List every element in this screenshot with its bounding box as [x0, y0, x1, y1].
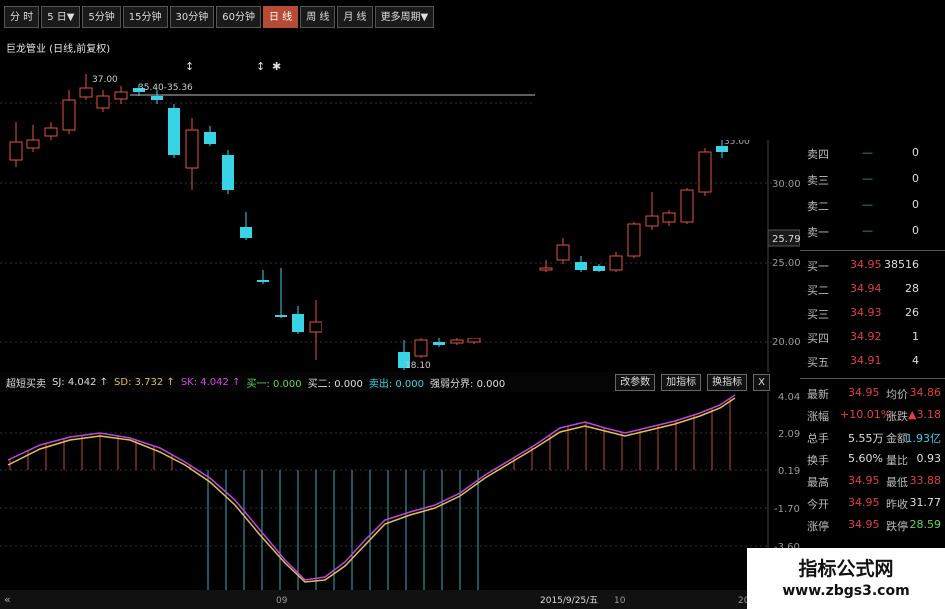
indicator-sd: SD: 3.732 ↑ — [114, 376, 175, 388]
stat-row: 涨幅 +10.01% 涨跌 ▲3.18 — [807, 408, 941, 423]
candle — [680, 189, 694, 223]
close-indicator-button[interactable]: X — [753, 373, 770, 391]
buy-3-row: 买三 34.93 26 — [807, 306, 919, 321]
watermark-url: www.zbgs3.com — [782, 583, 910, 599]
candle — [593, 266, 605, 271]
candle — [450, 339, 464, 344]
indicator-chart[interactable]: 4.04 2.09 0.19 -1.70 -3.60 « 09 2015/9/2… — [0, 392, 800, 609]
candle — [62, 99, 76, 131]
y-tick-30: 30.00 — [772, 179, 800, 190]
buy-5-row: 买五 34.91 4 — [807, 354, 919, 369]
candle — [240, 227, 252, 238]
candle — [414, 339, 428, 357]
candle — [309, 321, 323, 333]
edit-params-button[interactable]: 改参数 — [615, 373, 656, 391]
indicator-bars — [9, 398, 731, 590]
candle — [79, 87, 93, 98]
candle — [114, 91, 128, 100]
candle — [467, 337, 481, 343]
candle — [698, 151, 712, 193]
indicator-strength: 强弱分界: 0.000 — [430, 378, 506, 390]
sd-line — [7, 397, 736, 583]
buy-1-row: 买一 34.95 38516 — [807, 258, 919, 273]
watermark-title: 指标公式网 — [798, 558, 894, 580]
sell-2-row: 卖二 — 0 — [807, 198, 919, 213]
indicator-sk: SK: 4.042 ↑ — [180, 376, 241, 388]
scroll-left-icon: « — [4, 593, 11, 606]
sk-line — [7, 394, 736, 581]
candle — [645, 215, 659, 227]
quote-panel: 卖四 — 0 卖三 — 0 卖二 — 0 卖一 — 0 买一 34.95 385… — [800, 138, 945, 609]
candle — [275, 315, 287, 317]
watermark-logo: 指标公式网 www.zbgs3.com — [747, 548, 945, 609]
add-indicator-button[interactable]: 加指标 — [661, 373, 702, 391]
indicator-sj: SJ: 4.042 ↑ — [52, 376, 109, 388]
ind-y-tick: 0.19 — [778, 466, 800, 477]
sell-3-row: 卖三 — 0 — [807, 172, 919, 187]
current-price-tag: 25.79 — [772, 234, 800, 245]
candle — [539, 267, 553, 271]
occlusion-box — [322, 272, 622, 338]
candle — [44, 127, 58, 137]
candle — [26, 139, 40, 149]
y-tick-20: 20.00 — [772, 337, 800, 348]
candle — [556, 244, 570, 261]
indicator-name: 超短买卖 — [6, 378, 46, 390]
candle — [96, 95, 110, 109]
candle — [627, 223, 641, 257]
candle — [204, 132, 216, 144]
indicator-sell: 卖出: 0.000 — [368, 378, 425, 390]
candle — [575, 262, 587, 270]
candle — [185, 129, 199, 169]
candle — [662, 212, 676, 223]
indicator-buy2: 买二: 0.000 — [307, 378, 363, 390]
occlusion-box — [535, 0, 945, 140]
buy-4-row: 买四 34.92 1 — [807, 330, 919, 345]
x-label: 2015/9/25/五 — [540, 596, 598, 606]
stat-row: 今开 34.95 昨收 31.77 — [807, 496, 941, 511]
ind-y-tick: 4.04 — [778, 392, 800, 403]
x-label: 10 — [614, 596, 626, 606]
low-annotation: 18.10 — [405, 361, 431, 371]
candle — [151, 96, 163, 100]
candle — [609, 255, 623, 271]
candle — [222, 155, 234, 190]
sell-4-row: 卖四 — 0 — [807, 146, 919, 161]
switch-indicator-button[interactable]: 换指标 — [707, 373, 748, 391]
high-annotation: 37.00 — [92, 75, 118, 85]
stat-row: 换手 5.60% 量比 0.93 — [807, 452, 941, 467]
buy-2-row: 买二 34.94 28 — [807, 282, 919, 297]
stat-row: 总手 5.55万 金额 1.93亿 — [807, 432, 941, 445]
candle — [168, 108, 180, 155]
x-label: 09 — [276, 596, 288, 606]
candle — [292, 314, 304, 332]
range-annotation: 35.40-35.36 — [138, 83, 193, 93]
indicator-buy1: 买一: 0.000 — [246, 378, 302, 390]
y-tick-25: 25.00 — [772, 258, 800, 269]
ind-y-tick: 2.09 — [778, 429, 800, 440]
ind-y-tick: -1.70 — [774, 504, 800, 515]
stat-row: 最新 34.95 均价 34.86 — [807, 386, 941, 401]
sell-1-row: 卖一 — 0 — [807, 224, 919, 239]
marker-icon: ✱ — [272, 60, 281, 73]
marker-icon: ↕ — [256, 60, 265, 73]
stat-row: 最高 34.95 最低 33.88 — [807, 474, 941, 489]
candle — [9, 141, 23, 161]
candle — [433, 342, 445, 345]
marker-icon: ↕ — [185, 60, 194, 73]
candle — [257, 280, 269, 282]
stat-row: 涨停 34.95 跌停 28.59 — [807, 518, 941, 533]
